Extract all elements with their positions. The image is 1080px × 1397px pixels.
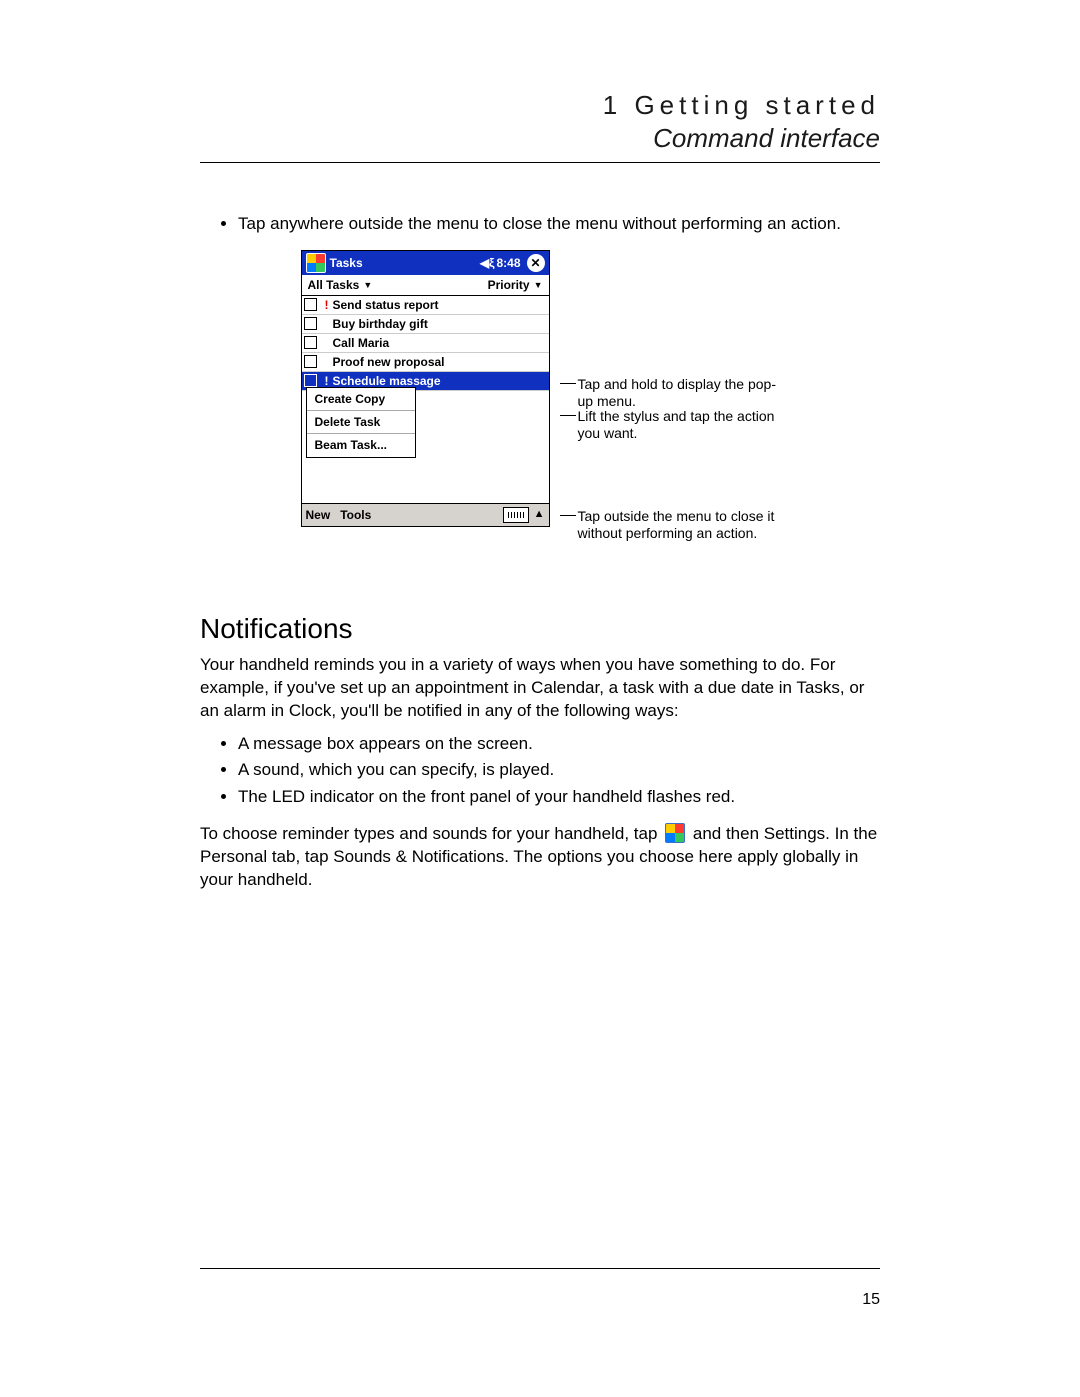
notifications-bullets: A message box appears on the screen. A s… xyxy=(200,733,880,810)
menu-item-create-copy[interactable]: Create Copy xyxy=(307,388,415,411)
priority-flag-icon: ! xyxy=(323,297,331,313)
task-row[interactable]: Buy birthday gift xyxy=(302,315,549,334)
task-row[interactable]: Proof new proposal xyxy=(302,353,549,372)
device-screenshot: Tasks ◀ξ 8:48 ✕ All Tasks▼ Priority▼ !Se… xyxy=(301,250,550,527)
notifications-heading: Notifications xyxy=(200,610,880,648)
start-icon[interactable] xyxy=(306,253,326,273)
page-number: 15 xyxy=(862,1291,880,1309)
clock: 8:48 xyxy=(496,255,520,271)
menu-new[interactable]: New xyxy=(306,507,331,523)
menu-bar: New Tools ▲ xyxy=(302,503,549,526)
footer-rule xyxy=(200,1268,880,1269)
filter-bar: All Tasks▼ Priority▼ xyxy=(302,275,549,296)
close-icon[interactable]: ✕ xyxy=(527,254,545,272)
page-header: 1 Getting started Command interface xyxy=(200,90,880,154)
notif-bullet: A sound, which you can specify, is playe… xyxy=(238,759,880,782)
context-menu: Create Copy Delete Task Beam Task... xyxy=(306,387,416,458)
task-row[interactable]: !Send status report xyxy=(302,296,549,315)
section-title: Command interface xyxy=(200,123,880,154)
task-list: !Send status report Buy birthday gift Ca… xyxy=(302,296,549,391)
menu-item-beam-task[interactable]: Beam Task... xyxy=(307,434,415,456)
start-icon xyxy=(665,823,685,843)
checkbox-icon[interactable] xyxy=(304,336,317,349)
callout-line xyxy=(560,383,576,384)
checkbox-icon[interactable] xyxy=(304,317,317,330)
callout-line xyxy=(560,515,576,516)
filter-all-tasks[interactable]: All Tasks▼ xyxy=(308,277,373,293)
intro-bullets: Tap anywhere outside the menu to close t… xyxy=(200,213,880,236)
notifications-intro: Your handheld reminds you in a variety o… xyxy=(200,654,880,723)
title-bar: Tasks ◀ξ 8:48 ✕ xyxy=(302,251,549,275)
checkbox-icon[interactable] xyxy=(304,298,317,311)
chevron-down-icon: ▼ xyxy=(363,279,372,291)
callout-2: Lift the stylus and tap the action you w… xyxy=(578,408,780,443)
header-rule xyxy=(200,162,880,163)
notif-bullet: The LED indicator on the front panel of … xyxy=(238,786,880,809)
callouts: Tap and hold to display the pop-up menu.… xyxy=(560,250,780,580)
up-arrow-icon[interactable]: ▲ xyxy=(534,507,545,522)
checkbox-icon[interactable] xyxy=(304,355,317,368)
checkbox-icon[interactable] xyxy=(304,374,317,387)
notif-bullet: A message box appears on the screen. xyxy=(238,733,880,756)
menu-item-delete-task[interactable]: Delete Task xyxy=(307,411,415,434)
figure: Tasks ◀ξ 8:48 ✕ All Tasks▼ Priority▼ !Se… xyxy=(200,250,880,580)
callout-line xyxy=(560,415,576,416)
notifications-outro: To choose reminder types and sounds for … xyxy=(200,823,880,892)
speaker-icon[interactable]: ◀ξ xyxy=(480,255,495,271)
menu-tools[interactable]: Tools xyxy=(340,507,371,523)
callout-3: Tap outside the menu to close it without… xyxy=(578,508,780,543)
task-row[interactable]: Call Maria xyxy=(302,334,549,353)
app-title: Tasks xyxy=(330,255,480,271)
intro-bullet: Tap anywhere outside the menu to close t… xyxy=(238,213,880,236)
chapter-title: 1 Getting started xyxy=(200,90,880,121)
chevron-down-icon: ▼ xyxy=(534,279,543,291)
callout-1: Tap and hold to display the pop-up menu. xyxy=(578,376,780,411)
filter-priority[interactable]: Priority▼ xyxy=(488,277,543,293)
keyboard-icon[interactable] xyxy=(503,507,529,523)
